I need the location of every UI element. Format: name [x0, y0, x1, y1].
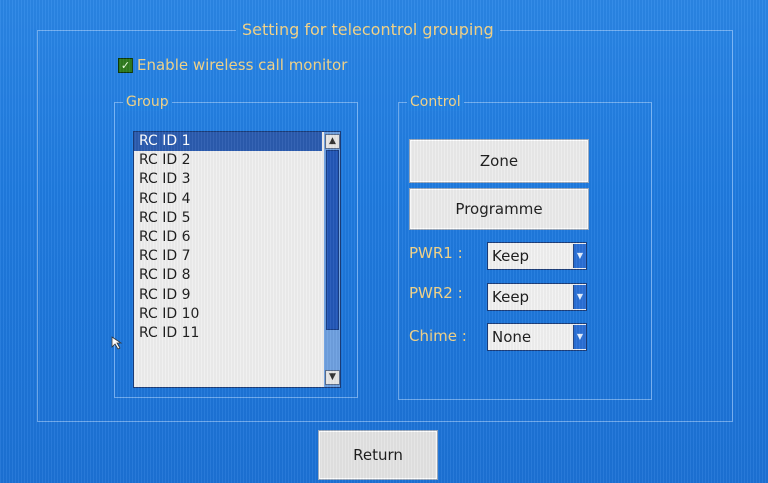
list-item[interactable]: RC ID 6	[134, 228, 322, 247]
chevron-down-icon[interactable]: ▼	[573, 325, 586, 349]
pwr1-label: PWR1 :	[409, 244, 463, 262]
return-button[interactable]: Return	[318, 430, 438, 480]
arrow-down-icon[interactable]: ▼	[325, 370, 340, 385]
checkmark-icon[interactable]: ✓	[118, 57, 133, 73]
list-item[interactable]: RC ID 11	[134, 324, 322, 343]
pwr1-value: Keep	[492, 247, 530, 265]
wireless-monitor-option[interactable]: ✓ Enable wireless call monitor	[118, 56, 347, 74]
list-item[interactable]: RC ID 3	[134, 170, 322, 189]
list-item[interactable]: RC ID 4	[134, 190, 322, 209]
pwr2-label: PWR2 :	[409, 284, 463, 302]
chime-select[interactable]: None ▼	[487, 323, 587, 351]
page-title: Setting for telecontrol grouping	[236, 20, 500, 40]
list-item[interactable]: RC ID 2	[134, 151, 322, 170]
chevron-down-icon[interactable]: ▼	[573, 285, 586, 309]
list-item[interactable]: RC ID 10	[134, 305, 322, 324]
zone-button[interactable]: Zone	[409, 139, 589, 183]
scroll-thumb[interactable]	[326, 150, 339, 330]
chime-value: None	[492, 328, 532, 346]
list-item[interactable]: RC ID 1	[134, 132, 322, 152]
pwr2-select[interactable]: Keep ▼	[487, 283, 587, 311]
list-scrollbar[interactable]: ▲ ▼	[324, 132, 340, 387]
settings-screen: Setting for telecontrol grouping ✓ Enabl…	[0, 0, 768, 483]
rc-id-listbox[interactable]: RC ID 1 RC ID 2 RC ID 3 RC ID 4 RC ID 5 RC ID…	[133, 131, 341, 388]
chevron-down-icon[interactable]: ▼	[573, 244, 586, 268]
pwr1-select[interactable]: Keep ▼	[487, 242, 587, 270]
group-legend: Group	[123, 93, 172, 111]
list-item[interactable]: RC ID 5	[134, 209, 322, 228]
list-item[interactable]: RC ID 9	[134, 286, 322, 305]
rc-id-list: RC ID 1 RC ID 2 RC ID 3 RC ID 4 RC ID 5 RC ID…	[134, 132, 340, 343]
arrow-up-icon[interactable]: ▲	[325, 134, 340, 149]
control-legend: Control	[407, 93, 464, 111]
list-item[interactable]: RC ID 8	[134, 266, 322, 285]
chime-label: Chime :	[409, 327, 467, 345]
wireless-monitor-label[interactable]: Enable wireless call monitor	[137, 56, 347, 74]
pwr2-value: Keep	[492, 288, 530, 306]
list-item[interactable]: RC ID 7	[134, 247, 322, 266]
programme-button[interactable]: Programme	[409, 188, 589, 230]
mouse-pointer-icon	[111, 336, 123, 350]
